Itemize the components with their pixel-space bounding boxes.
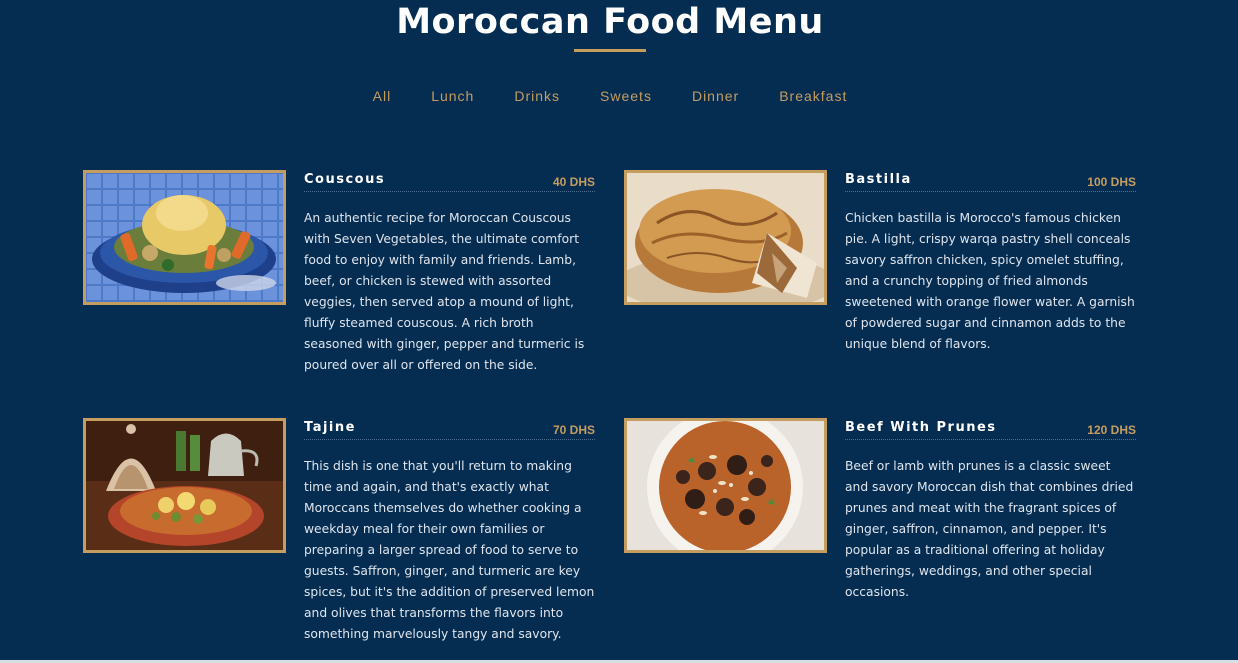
page-title: Moroccan Food Menu xyxy=(396,2,824,42)
item-price: 120 DHS xyxy=(1087,423,1136,437)
tajine-photo xyxy=(83,418,286,553)
item-price: 70 DHS xyxy=(552,423,595,437)
item-description: This dish is one that you'll return to m… xyxy=(304,459,595,641)
tajine-info: Tajine 70 DHS This dish is one that you'… xyxy=(304,418,595,657)
item-header: Bastilla 100 DHS xyxy=(845,170,1136,192)
category-filter-bar: All Lunch Drinks Sweets Dinner Breakfast xyxy=(0,88,1220,104)
beef-prunes-photo xyxy=(624,418,827,553)
item-price: 100 DHS xyxy=(1087,175,1136,189)
item-header: Tajine 70 DHS xyxy=(304,418,595,440)
item-name: Couscous xyxy=(304,172,386,187)
filter-dinner-button[interactable]: Dinner xyxy=(692,88,739,104)
couscous-photo xyxy=(83,170,286,305)
item-header: Beef With Prunes 120 DHS xyxy=(845,418,1136,440)
beef-prunes-info: Beef With Prunes 120 DHS Beef or lamb wi… xyxy=(845,418,1136,615)
item-header: Couscous 40 DHS xyxy=(304,170,595,192)
item-description: An authentic recipe for Moroccan Couscou… xyxy=(304,211,585,372)
filter-all-button[interactable]: All xyxy=(373,88,392,104)
bastilla-info: Bastilla 100 DHS Chicken bastilla is Mor… xyxy=(845,170,1136,367)
filter-breakfast-button[interactable]: Breakfast xyxy=(779,88,847,104)
item-name: Beef With Prunes xyxy=(845,420,997,435)
item-price: 40 DHS xyxy=(552,175,595,189)
filter-lunch-button[interactable]: Lunch xyxy=(431,88,474,104)
filter-drinks-button[interactable]: Drinks xyxy=(514,88,560,104)
item-name: Bastilla xyxy=(845,172,912,187)
couscous-info: Couscous 40 DHS An authentic recipe for … xyxy=(304,170,595,388)
bastilla-photo xyxy=(624,170,827,305)
item-name: Tajine xyxy=(304,420,356,435)
title-underline xyxy=(574,49,646,52)
filter-sweets-button[interactable]: Sweets xyxy=(600,88,652,104)
item-description: Beef or lamb with prunes is a classic sw… xyxy=(845,459,1134,599)
item-description: Chicken bastilla is Morocco's famous chi… xyxy=(845,211,1135,351)
